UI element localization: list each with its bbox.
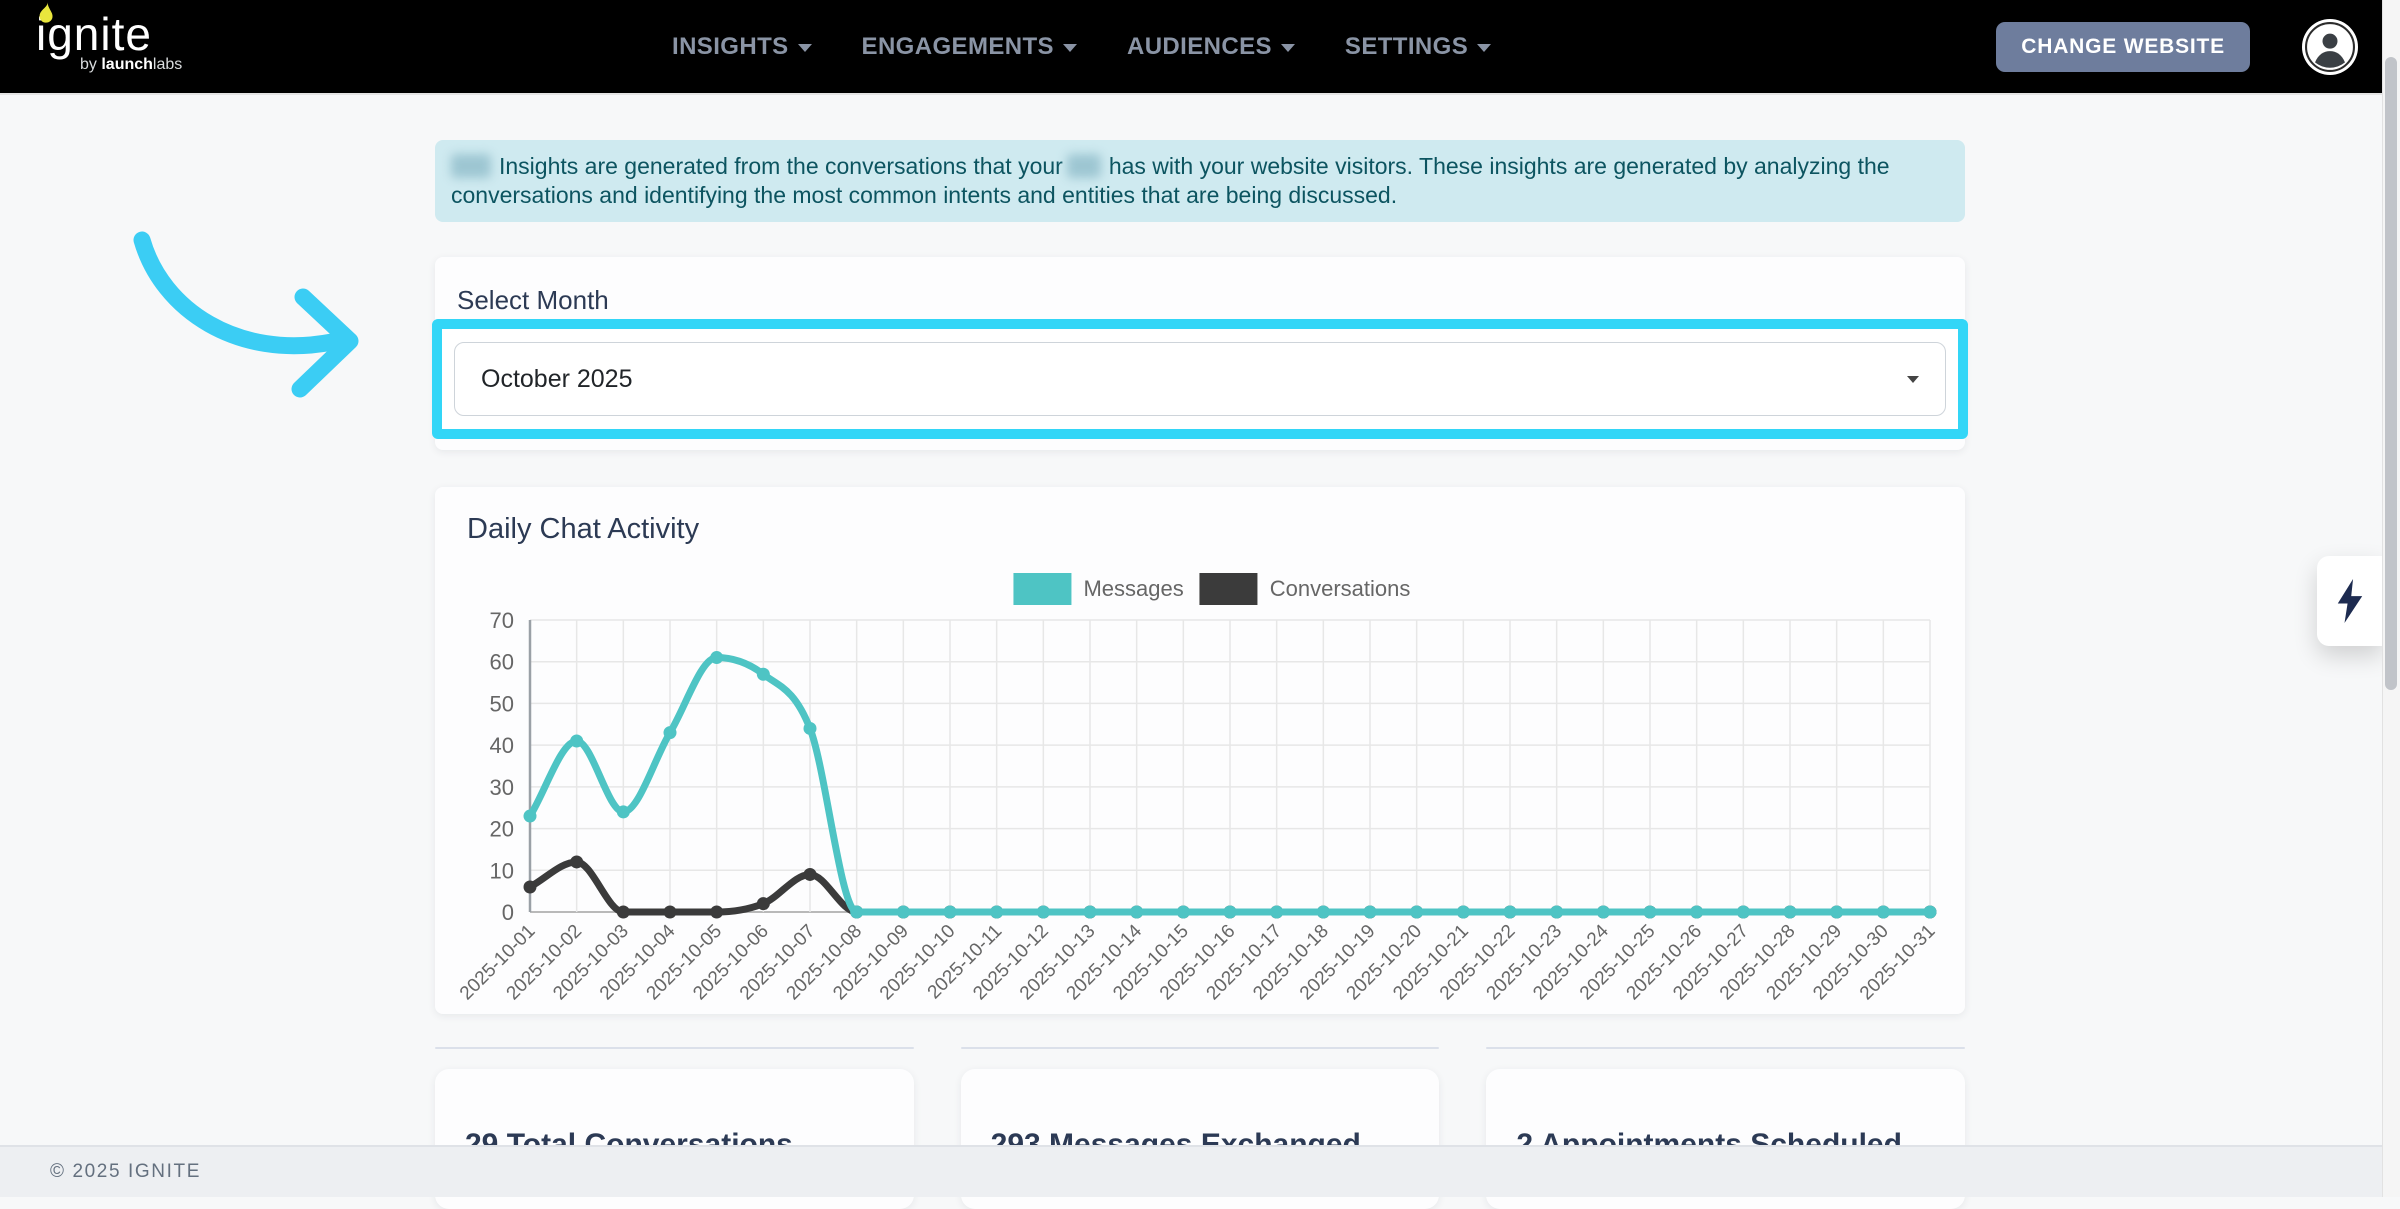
info-banner: Insights are generated from the conversa… <box>435 140 1965 222</box>
svg-text:0: 0 <box>502 900 514 925</box>
user-avatar[interactable] <box>2302 19 2358 75</box>
chevron-down-icon <box>1063 44 1077 52</box>
logo-wordmark: ignite <box>36 10 182 58</box>
select-month-label: Select Month <box>457 285 609 316</box>
svg-text:70: 70 <box>490 608 514 633</box>
daily-chat-activity-card: Daily Chat Activity Messages Conversatio… <box>435 487 1965 1014</box>
nav-right-group: CHANGE WEBSITE <box>1996 0 2358 93</box>
svg-text:30: 30 <box>490 775 514 800</box>
tutorial-arrow-icon <box>120 218 380 418</box>
flame-icon <box>37 2 54 24</box>
nav-item-engagements[interactable]: ENGAGEMENTS <box>862 33 1077 61</box>
svg-text:20: 20 <box>490 817 514 842</box>
svg-text:40: 40 <box>490 733 514 758</box>
select-month-card: Select Month October 2025 <box>435 257 1965 450</box>
chevron-down-icon <box>1477 44 1491 52</box>
change-website-button[interactable]: CHANGE WEBSITE <box>1996 22 2250 72</box>
copyright-text: © 2025 IGNITE <box>50 1161 201 1183</box>
nav-item-audiences[interactable]: AUDIENCES <box>1127 33 1295 61</box>
svg-text:50: 50 <box>490 691 514 716</box>
redacted-text <box>1067 154 1101 178</box>
month-dropdown[interactable]: October 2025 <box>454 342 1946 416</box>
chat-widget-tab[interactable] <box>2317 556 2383 646</box>
highlight-box: October 2025 <box>432 319 1968 439</box>
ignite-logo[interactable]: ignite by launchlabs <box>36 10 182 74</box>
footer: © 2025 IGNITE <box>0 1145 2400 1197</box>
scrollbar-thumb[interactable] <box>2385 57 2397 690</box>
chart-title: Daily Chat Activity <box>467 513 699 546</box>
nav-item-settings[interactable]: SETTINGS <box>1345 33 1491 61</box>
scrollbar[interactable] <box>2382 0 2400 1197</box>
month-dropdown-value: October 2025 <box>481 365 633 394</box>
nav-menu: INSIGHTS ENGAGEMENTS AUDIENCES SETTINGS <box>672 0 1491 93</box>
lightning-bolt-icon <box>2335 579 2365 623</box>
banner-text: Insights are generated from the conversa… <box>499 153 1063 179</box>
redacted-text <box>451 154 491 178</box>
line-chart[interactable]: 0102030405060702025-10-012025-10-022025-… <box>435 582 1965 1002</box>
top-navbar: ignite by launchlabs INSIGHTS ENGAGEMENT… <box>0 0 2400 95</box>
divider <box>435 1047 914 1049</box>
divider <box>1486 1047 1965 1049</box>
chevron-down-icon <box>1281 44 1295 52</box>
person-icon <box>2305 22 2355 72</box>
main-content: Insights are generated from the conversa… <box>435 95 1965 1209</box>
svg-text:10: 10 <box>490 858 514 883</box>
nav-item-insights[interactable]: INSIGHTS <box>672 33 812 61</box>
dropdown-caret-icon <box>1907 376 1919 383</box>
chevron-down-icon <box>798 44 812 52</box>
divider <box>961 1047 1440 1049</box>
svg-text:60: 60 <box>490 650 514 675</box>
